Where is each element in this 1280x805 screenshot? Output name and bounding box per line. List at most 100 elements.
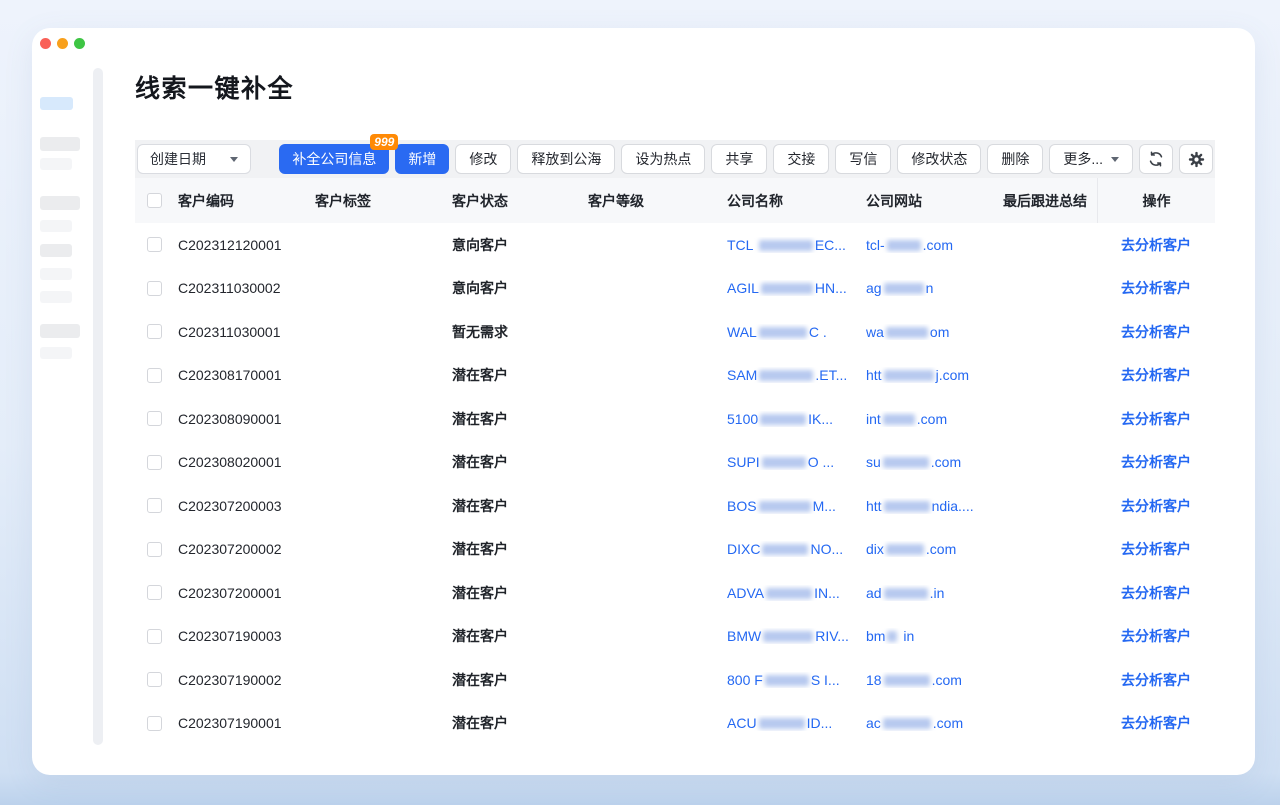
analyze-customer-link[interactable]: 去分析客户 <box>1121 626 1191 646</box>
row-checkbox[interactable] <box>147 281 162 296</box>
analyze-customer-link[interactable]: 去分析客户 <box>1121 278 1191 298</box>
cell-customer-code: C202308090001 <box>178 411 315 427</box>
row-checkbox[interactable] <box>147 716 162 731</box>
credits-badge: 999 <box>370 134 398 150</box>
cell-company-website[interactable]: su.com <box>866 454 1003 470</box>
sidebar-skeleton-item <box>40 158 72 170</box>
cell-company-name[interactable]: TCL EC... <box>727 237 866 253</box>
toolbar-button[interactable]: 交接 <box>773 144 829 174</box>
toolbar-button[interactable]: 共享 <box>711 144 767 174</box>
toolbar-button[interactable]: 释放到公海 <box>517 144 615 174</box>
analyze-customer-link[interactable]: 去分析客户 <box>1121 496 1191 516</box>
cell-company-name[interactable]: ACUID... <box>727 715 866 731</box>
cell-company-name[interactable]: ADVAIN... <box>727 585 866 601</box>
cell-company-name[interactable]: WALC . <box>727 324 866 340</box>
cell-company-name[interactable]: DIXCNO... <box>727 541 866 557</box>
column-header-customer-status[interactable]: 客户状态 <box>452 191 588 211</box>
toolbar-button[interactable]: 修改 <box>455 144 511 174</box>
redacted-text <box>763 631 813 642</box>
cell-customer-status: 潜在客户 <box>452 670 588 690</box>
cell-company-name[interactable]: BOSM... <box>727 498 866 514</box>
cell-customer-status: 潜在客户 <box>452 539 588 559</box>
sidebar-skeleton-item-active[interactable] <box>40 97 73 110</box>
cell-customer-code: C202307190003 <box>178 628 315 644</box>
redacted-text <box>759 240 813 251</box>
row-checkbox[interactable] <box>147 585 162 600</box>
cell-customer-code: C202312120001 <box>178 237 315 253</box>
column-header-company-website[interactable]: 公司网站 <box>866 191 1003 211</box>
sidebar-skeleton-item <box>40 268 72 280</box>
column-header-customer-level[interactable]: 客户等级 <box>588 191 727 211</box>
create-date-filter-dropdown[interactable]: 创建日期 <box>137 144 251 174</box>
cell-company-website[interactable]: waom <box>866 324 1003 340</box>
cell-company-website[interactable]: agn <box>866 280 1003 296</box>
table-row: C202307190002 潜在客户 800 FS I... 18.com 去分… <box>135 658 1215 702</box>
analyze-customer-link[interactable]: 去分析客户 <box>1121 409 1191 429</box>
toolbar-button[interactable]: 设为热点 <box>621 144 705 174</box>
cell-company-name[interactable]: 5100IK... <box>727 411 866 427</box>
cell-company-website[interactable]: ac.com <box>866 715 1003 731</box>
cell-customer-code: C202311030002 <box>178 280 315 296</box>
analyze-customer-link[interactable]: 去分析客户 <box>1121 365 1191 385</box>
sidebar-skeleton-item <box>40 347 72 359</box>
cell-customer-status: 潜在客户 <box>452 409 588 429</box>
cell-company-website[interactable]: ad.in <box>866 585 1003 601</box>
sidebar-skeleton-item <box>40 291 72 303</box>
analyze-customer-link[interactable]: 去分析客户 <box>1121 235 1191 255</box>
cell-company-name[interactable]: AGILHN... <box>727 280 866 296</box>
close-window-button[interactable] <box>40 38 51 49</box>
toolbar: 创建日期 补全公司信息 999 新增 修改释放到公海设为热点共享交接写信修改状态… <box>135 140 1215 178</box>
cell-company-website[interactable]: httj.com <box>866 367 1003 383</box>
toolbar-button[interactable]: 写信 <box>835 144 891 174</box>
analyze-customer-link[interactable]: 去分析客户 <box>1121 322 1191 342</box>
cell-company-website[interactable]: tcl-.com <box>866 237 1003 253</box>
toolbar-button[interactable]: 修改状态 <box>897 144 981 174</box>
add-new-button[interactable]: 新增 <box>395 144 449 174</box>
cell-company-website[interactable]: bm in <box>866 628 1003 644</box>
cell-customer-code: C202307190002 <box>178 672 315 688</box>
cell-company-website[interactable]: httndia.... <box>866 498 1003 514</box>
cell-company-name[interactable]: SAM.ET... <box>727 367 866 383</box>
cell-company-name[interactable]: 800 FS I... <box>727 672 866 688</box>
cell-company-website[interactable]: dix.com <box>866 541 1003 557</box>
cell-customer-code: C202307200003 <box>178 498 315 514</box>
cell-company-website[interactable]: int.com <box>866 411 1003 427</box>
refresh-button[interactable] <box>1139 144 1173 174</box>
cell-company-website[interactable]: 18.com <box>866 672 1003 688</box>
analyze-customer-link[interactable]: 去分析客户 <box>1121 583 1191 603</box>
redacted-text <box>762 457 806 468</box>
minimize-window-button[interactable] <box>57 38 68 49</box>
row-checkbox[interactable] <box>147 629 162 644</box>
analyze-customer-link[interactable]: 去分析客户 <box>1121 713 1191 733</box>
refresh-icon <box>1148 151 1164 167</box>
row-checkbox[interactable] <box>147 542 162 557</box>
column-header-customer-code[interactable]: 客户编码 <box>178 191 315 211</box>
analyze-customer-link[interactable]: 去分析客户 <box>1121 670 1191 690</box>
redacted-text <box>884 370 934 381</box>
column-header-customer-tags[interactable]: 客户标签 <box>315 191 452 211</box>
row-checkbox[interactable] <box>147 411 162 426</box>
main-content: 线索一键补全 创建日期 补全公司信息 999 新增 修改释放到公海设为热点共享交… <box>135 28 1215 745</box>
analyze-customer-link[interactable]: 去分析客户 <box>1121 452 1191 472</box>
analyze-customer-link[interactable]: 去分析客户 <box>1121 539 1191 559</box>
row-checkbox[interactable] <box>147 455 162 470</box>
cell-company-name[interactable]: BMWRIV... <box>727 628 866 644</box>
row-checkbox[interactable] <box>147 324 162 339</box>
toolbar-button[interactable]: 删除 <box>987 144 1043 174</box>
cell-customer-code: C202308170001 <box>178 367 315 383</box>
cell-customer-status: 潜在客户 <box>452 365 588 385</box>
column-header-company-name[interactable]: 公司名称 <box>727 191 866 211</box>
redacted-text <box>883 718 931 729</box>
row-checkbox[interactable] <box>147 672 162 687</box>
row-checkbox[interactable] <box>147 237 162 252</box>
redacted-text <box>760 414 806 425</box>
select-all-checkbox[interactable] <box>147 193 162 208</box>
column-header-last-followup[interactable]: 最后跟进总结 <box>1003 191 1097 211</box>
zoom-window-button[interactable] <box>74 38 85 49</box>
settings-button[interactable] <box>1179 144 1213 174</box>
more-button[interactable]: 更多... <box>1049 144 1133 174</box>
row-checkbox[interactable] <box>147 498 162 513</box>
row-checkbox[interactable] <box>147 368 162 383</box>
cell-company-name[interactable]: SUPIO ... <box>727 454 866 470</box>
table-row: C202311030002 意向客户 AGILHN... agn 去分析客户 <box>135 267 1215 311</box>
